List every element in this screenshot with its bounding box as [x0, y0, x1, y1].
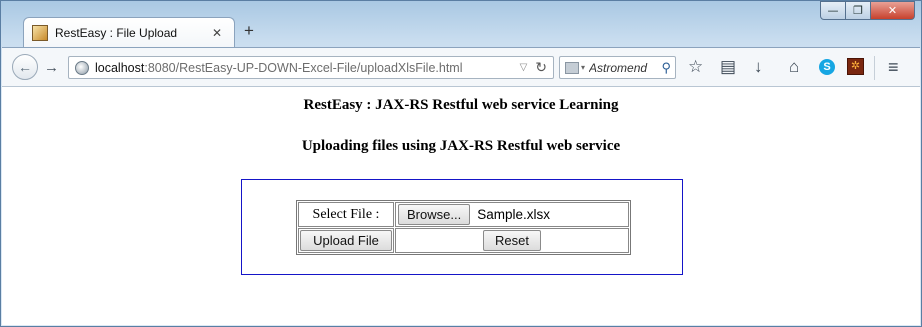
- search-engine-icon[interactable]: [565, 61, 579, 74]
- window-controls: — ❐ ✕: [820, 1, 915, 20]
- browser-tab[interactable]: RestEasy : File Upload ✕: [23, 17, 235, 48]
- forward-button[interactable]: →: [44, 59, 59, 76]
- globe-icon: [75, 60, 89, 75]
- bookmarks-list-icon[interactable]: ▤: [720, 58, 736, 76]
- toolbar-divider: [874, 56, 875, 80]
- upload-file-button[interactable]: Upload File: [300, 230, 392, 251]
- back-button[interactable]: ←: [12, 54, 38, 80]
- tab-title: RestEasy : File Upload: [55, 26, 178, 40]
- upload-form: Select File : Browse... Sample.xlsx Uplo…: [241, 179, 683, 275]
- download-icon[interactable]: ↓: [754, 58, 763, 76]
- reload-icon[interactable]: ↻: [535, 59, 547, 76]
- reset-cell: Reset: [395, 228, 629, 253]
- table-row: Upload File Reset: [298, 228, 629, 253]
- search-engine-dropdown-icon[interactable]: ▾: [581, 63, 585, 72]
- new-tab-button[interactable]: +: [244, 21, 254, 41]
- url-dropdown-icon[interactable]: ▽: [520, 62, 528, 73]
- menu-icon[interactable]: ≡: [888, 58, 899, 76]
- bookmark-star-icon[interactable]: ☆: [688, 58, 703, 76]
- file-input-cell: Browse... Sample.xlsx: [395, 202, 629, 227]
- browse-button[interactable]: Browse...: [398, 204, 471, 225]
- url-host: localhost: [95, 60, 145, 75]
- page-subtitle: Uploading files using JAX-RS Restful web…: [301, 138, 621, 154]
- tab-favicon-icon: [32, 25, 48, 41]
- upload-cell: Upload File: [298, 228, 394, 253]
- search-icon[interactable]: ⚲: [661, 60, 671, 76]
- url-path: :8080/RestEasy-UP-DOWN-Excel-File/upload…: [144, 60, 463, 75]
- home-icon[interactable]: ⌂: [789, 58, 799, 76]
- search-bar[interactable]: ▾ Astromend ⚲: [559, 56, 676, 79]
- upload-table: Select File : Browse... Sample.xlsx Uplo…: [296, 200, 631, 255]
- search-input[interactable]: Astromend: [589, 61, 661, 75]
- minimize-button[interactable]: —: [820, 1, 846, 20]
- table-row: Select File : Browse... Sample.xlsx: [298, 202, 629, 227]
- page-title: RestEasy : JAX-RS Restful web service Le…: [303, 97, 619, 113]
- page-content: RestEasy : JAX-RS Restful web service Le…: [2, 87, 920, 325]
- selected-file-name: Sample.xlsx: [477, 207, 550, 222]
- reset-button[interactable]: Reset: [483, 230, 541, 251]
- select-file-label: Select File :: [298, 202, 394, 227]
- browser-window: — ❐ ✕ RestEasy : File Upload ✕ + ← → loc…: [0, 0, 922, 327]
- navigation-toolbar: ← → localhost :8080/RestEasy-UP-DOWN-Exc…: [2, 47, 920, 87]
- tab-close-icon[interactable]: ✕: [210, 26, 224, 40]
- skype-icon[interactable]: S: [819, 59, 835, 75]
- maximize-button[interactable]: ❐: [846, 1, 871, 20]
- extension-icon[interactable]: ✲: [847, 58, 864, 75]
- url-bar[interactable]: localhost :8080/RestEasy-UP-DOWN-Excel-F…: [68, 56, 554, 79]
- close-window-button[interactable]: ✕: [871, 1, 915, 20]
